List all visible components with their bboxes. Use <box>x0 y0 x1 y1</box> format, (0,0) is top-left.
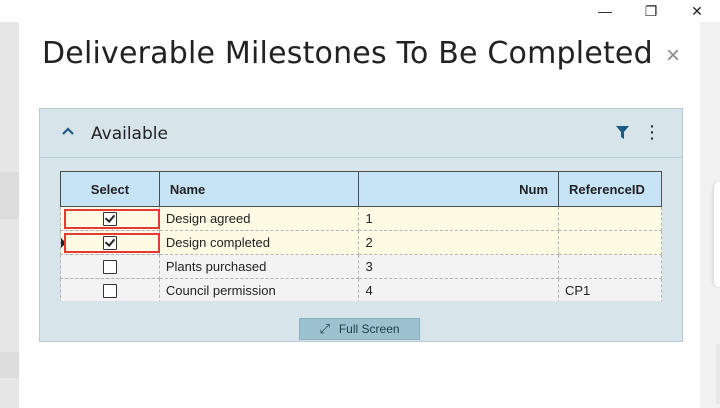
column-header-num[interactable]: Num <box>358 171 559 207</box>
row-checkbox[interactable] <box>102 260 117 275</box>
table-row[interactable]: Design agreed 1 <box>60 206 662 231</box>
select-cell[interactable] <box>60 206 160 231</box>
minimize-button[interactable]: — <box>582 0 628 22</box>
background-band <box>0 352 19 378</box>
select-cell[interactable] <box>60 278 160 301</box>
scroll-indicator <box>716 344 720 404</box>
more-options-icon[interactable]: ⋮ <box>643 123 661 141</box>
reference-cell <box>558 254 662 279</box>
column-header-name[interactable]: Name <box>158 171 360 207</box>
table-row[interactable]: Council permission 4 CP1 <box>60 278 662 301</box>
name-cell: Design agreed <box>158 206 360 231</box>
milestones-grid: Select Name Num ReferenceID Design agree… <box>60 171 662 301</box>
collapse-chevron-icon[interactable] <box>62 123 74 139</box>
available-panel: Available ⋮ Select Name Num ReferenceID … <box>39 108 683 342</box>
full-screen-button[interactable]: ⤢ Full Screen <box>299 318 420 340</box>
reference-cell: CP1 <box>558 278 662 301</box>
expand-icon: ⤢ <box>319 321 330 336</box>
milestones-dialog: Deliverable Milestones To Be Completed ×… <box>19 22 700 408</box>
select-cell[interactable] <box>60 254 160 279</box>
dialog-title: Deliverable Milestones To Be Completed <box>42 36 653 71</box>
filter-icon[interactable] <box>616 126 629 140</box>
name-cell: Plants purchased <box>158 254 360 279</box>
column-header-referenceid[interactable]: ReferenceID <box>558 171 662 207</box>
table-row[interactable]: Design completed 2 <box>60 230 662 255</box>
num-cell: 4 <box>358 278 559 301</box>
name-cell: Design completed <box>158 230 360 255</box>
table-header-row: Select Name Num ReferenceID <box>60 171 662 207</box>
side-panel-tab[interactable] <box>713 182 720 287</box>
reference-cell <box>558 206 662 231</box>
restore-button[interactable]: ❐ <box>628 0 674 22</box>
window-controls: — ❐ ✕ <box>582 0 720 22</box>
column-header-select[interactable]: Select <box>60 171 160 207</box>
background-band <box>0 172 19 219</box>
full-screen-label: Full Screen <box>338 322 400 336</box>
num-cell: 3 <box>358 254 559 279</box>
reference-cell <box>558 230 662 255</box>
num-cell: 2 <box>358 230 559 255</box>
panel-header: Available ⋮ <box>40 109 682 158</box>
milestones-table: Select Name Num ReferenceID Design agree… <box>60 171 662 301</box>
dialog-close-icon[interactable]: × <box>666 42 680 70</box>
background-left-app <box>0 22 19 408</box>
background-right-app <box>700 22 720 408</box>
num-cell: 1 <box>358 206 559 231</box>
window-close-button[interactable]: ✕ <box>674 0 720 22</box>
name-cell: Council permission <box>158 278 360 301</box>
panel-title: Available <box>91 124 168 144</box>
row-checkbox[interactable] <box>102 284 117 299</box>
row-checkbox[interactable] <box>102 236 117 251</box>
row-checkbox[interactable] <box>102 212 117 227</box>
select-cell[interactable] <box>60 230 160 255</box>
table-row[interactable]: Plants purchased 3 <box>60 254 662 279</box>
